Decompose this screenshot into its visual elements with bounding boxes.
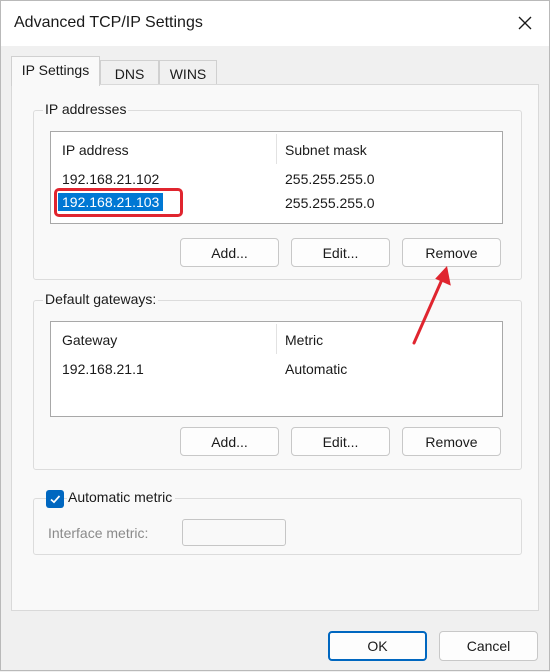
cancel-button[interactable]: Cancel <box>439 631 538 661</box>
close-button[interactable] <box>503 5 547 41</box>
gateways-list[interactable]: Gateway Metric 192.168.21.1 Automatic <box>50 321 503 417</box>
advanced-tcpip-dialog: Advanced TCP/IP Settings IP Settings DNS… <box>0 0 550 671</box>
gateway-add-button[interactable]: Add... <box>180 427 279 456</box>
tab-label: IP Settings <box>21 62 90 78</box>
highlight-annotation-box <box>54 188 183 217</box>
ip-settings-panel: IP addresses IP address Subnet mask 192.… <box>11 84 539 611</box>
interface-metric-label: Interface metric: <box>48 525 149 541</box>
column-header-gateway[interactable]: Gateway <box>62 332 117 348</box>
ip-add-button[interactable]: Add... <box>180 238 279 267</box>
title-bar: Advanced TCP/IP Settings <box>1 1 549 46</box>
tab-label: WINS <box>169 66 207 82</box>
subnet-mask-cell: 255.255.255.0 <box>285 171 375 187</box>
ip-addresses-list[interactable]: IP address Subnet mask 192.168.21.102 25… <box>50 131 503 224</box>
checkmark-icon <box>50 495 61 504</box>
list-header: IP address Subnet mask <box>51 132 502 166</box>
tab-dns[interactable]: DNS <box>100 60 159 85</box>
ip-addresses-group: IP addresses IP address Subnet mask 192.… <box>33 101 522 280</box>
column-header-subnet-mask[interactable]: Subnet mask <box>285 142 367 158</box>
column-divider[interactable] <box>276 324 277 354</box>
gateway-cell: 192.168.21.1 <box>62 361 144 377</box>
tab-wins[interactable]: WINS <box>159 60 217 85</box>
close-icon <box>518 16 532 30</box>
column-header-metric[interactable]: Metric <box>285 332 323 348</box>
subnet-mask-cell: 255.255.255.0 <box>285 195 375 211</box>
interface-metric-input[interactable] <box>182 519 286 546</box>
ip-remove-button[interactable]: Remove <box>402 238 501 267</box>
automatic-metric-checkbox[interactable] <box>46 490 64 508</box>
tab-ip-settings[interactable]: IP Settings <box>11 56 100 86</box>
ip-addresses-group-label: IP addresses <box>43 101 129 117</box>
tab-label: DNS <box>114 66 145 82</box>
column-divider[interactable] <box>276 134 277 164</box>
ok-button[interactable]: OK <box>328 631 427 661</box>
ip-address-cell: 192.168.21.102 <box>62 171 160 187</box>
metric-cell: Automatic <box>285 361 348 377</box>
list-header: Gateway Metric <box>51 322 502 356</box>
window-title: Advanced TCP/IP Settings <box>14 14 203 31</box>
list-item[interactable]: 192.168.21.102 255.255.255.0 <box>51 167 502 190</box>
gateway-edit-button[interactable]: Edit... <box>291 427 390 456</box>
metric-group: Automatic metric Interface metric: <box>33 489 522 555</box>
ip-edit-button[interactable]: Edit... <box>291 238 390 267</box>
gateway-remove-button[interactable]: Remove <box>402 427 501 456</box>
column-header-ip-address[interactable]: IP address <box>62 142 129 158</box>
automatic-metric-label[interactable]: Automatic metric <box>67 489 176 505</box>
default-gateways-group: Default gateways: Gateway Metric 192.168… <box>33 291 522 470</box>
list-item[interactable]: 192.168.21.1 Automatic <box>51 357 502 380</box>
default-gateways-group-label: Default gateways: <box>43 291 159 307</box>
